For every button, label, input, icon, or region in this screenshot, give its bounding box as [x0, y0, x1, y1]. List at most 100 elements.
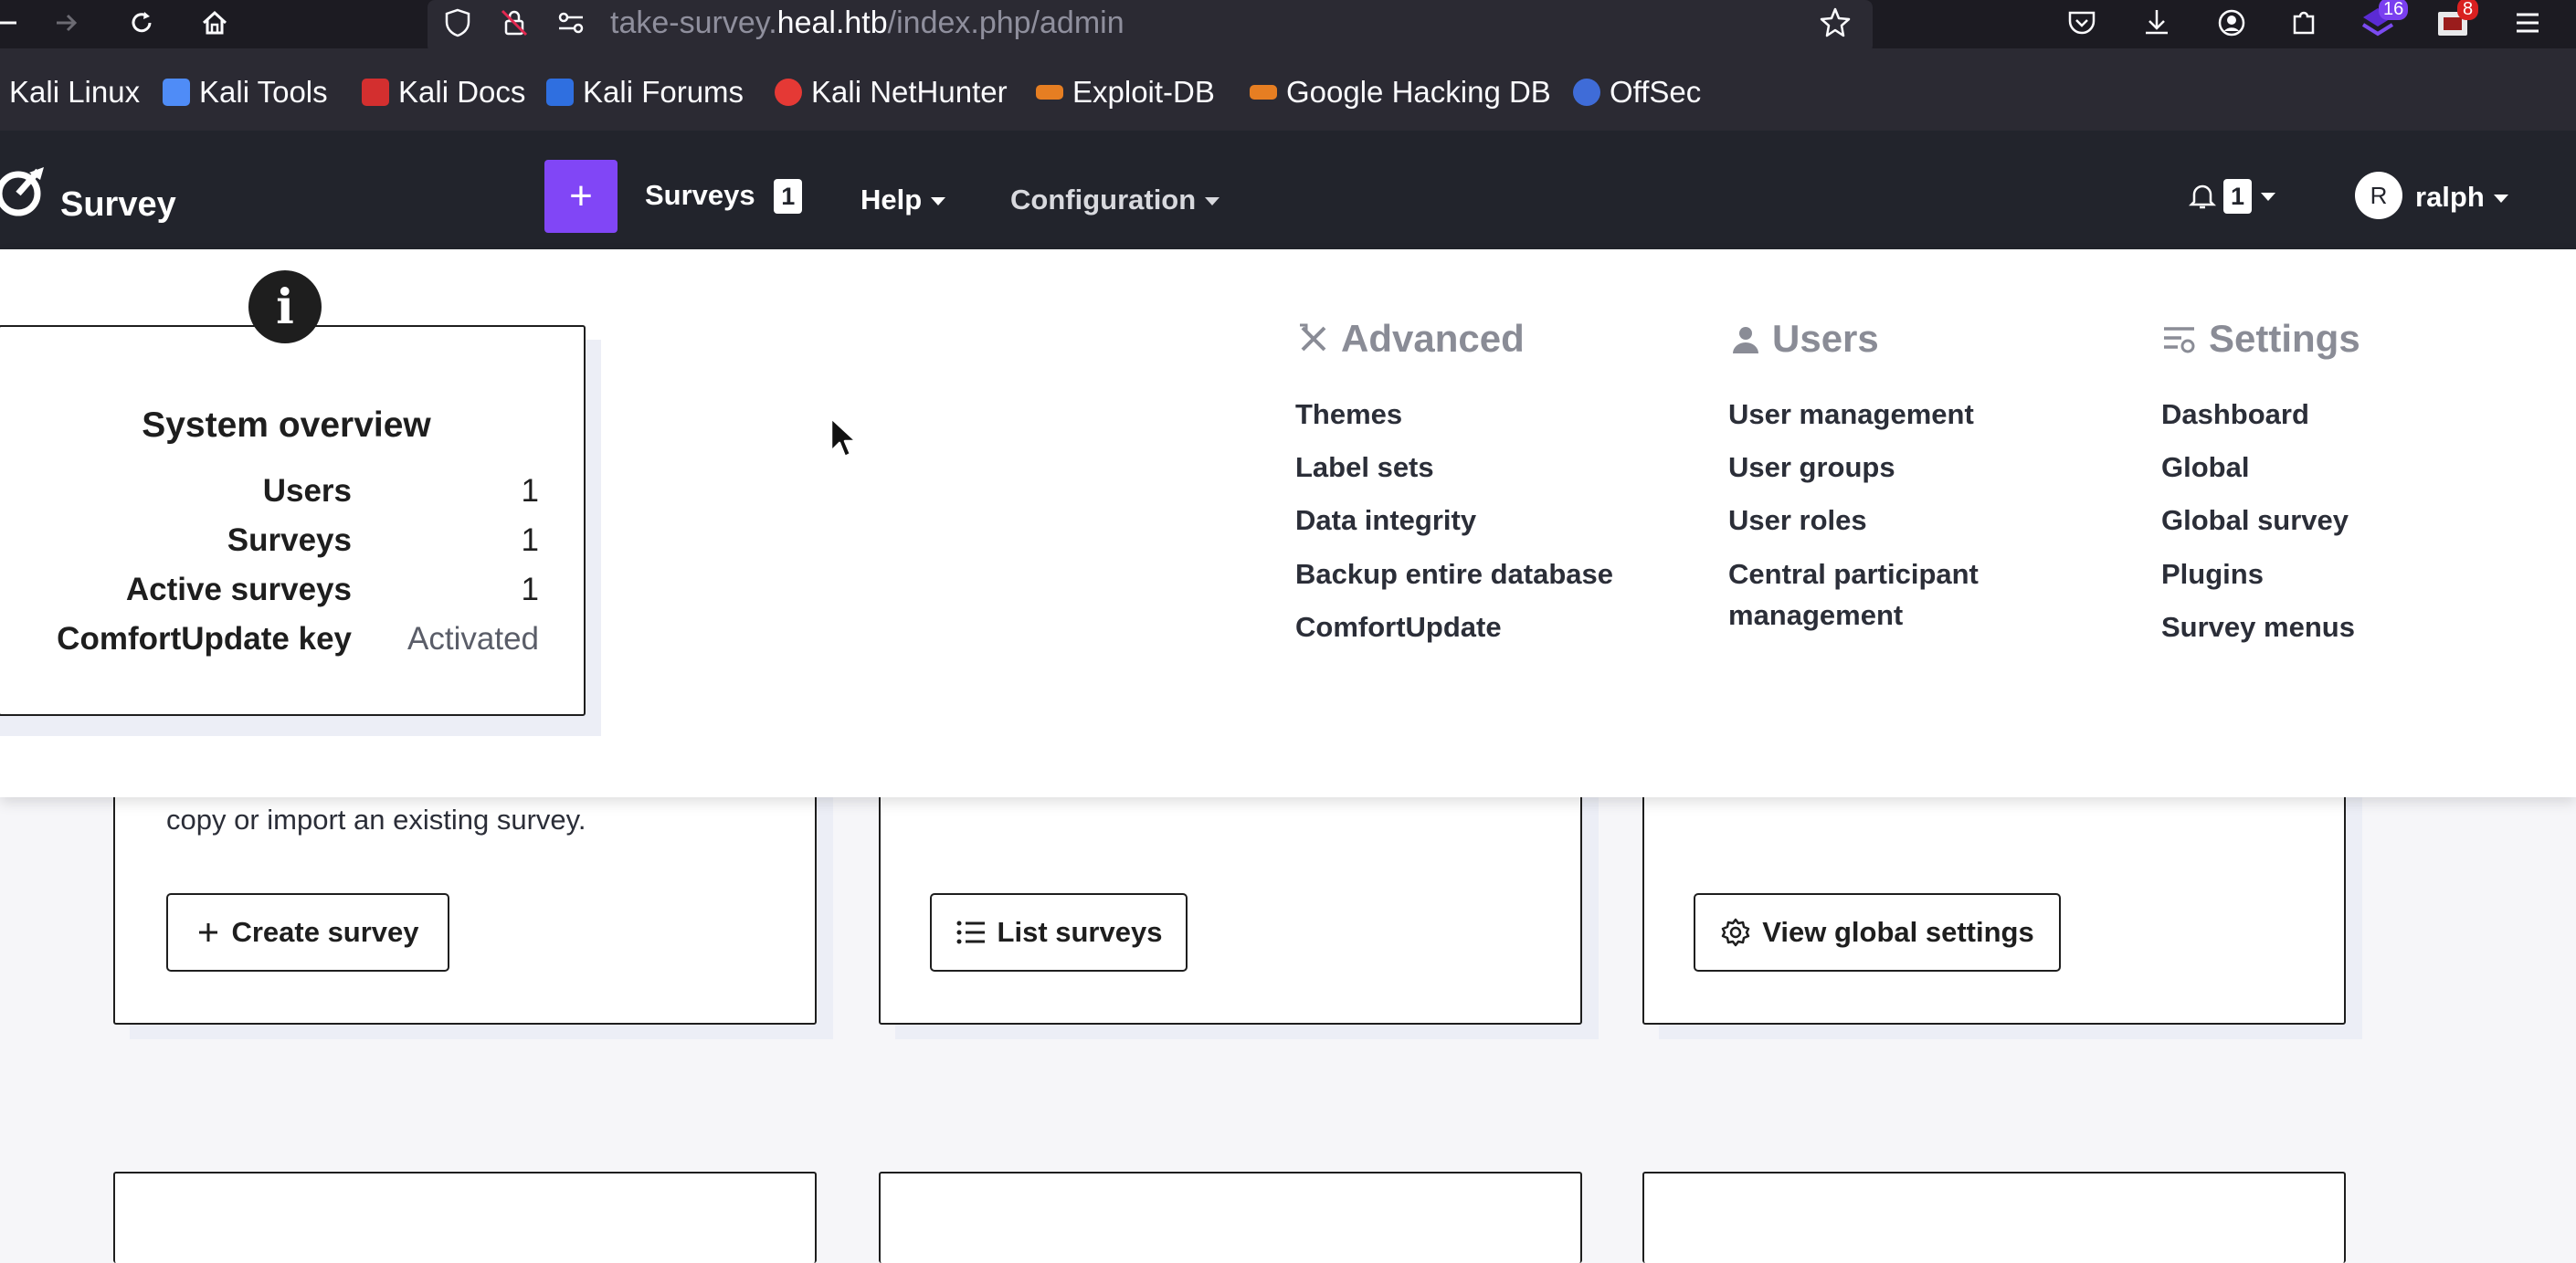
bookmark-label: Google Hacking DB: [1286, 75, 1551, 109]
configuration-menu[interactable]: Configuration: [1010, 184, 1220, 216]
reload-icon[interactable]: [122, 4, 161, 42]
create-survey-plus-button[interactable]: +: [544, 160, 618, 233]
user-icon: [1733, 327, 1758, 353]
advanced-title: Advanced: [1341, 317, 1525, 360]
overview-value-surveys: 1: [521, 522, 539, 558]
downloads-icon[interactable]: [2138, 4, 2176, 42]
help-label: Help: [860, 184, 923, 216]
menu-link-themes[interactable]: Themes: [1295, 394, 1402, 435]
tracking-off-icon[interactable]: [495, 4, 533, 42]
menu-link-label-sets[interactable]: Label sets: [1295, 447, 1434, 488]
back-icon[interactable]: [0, 4, 26, 42]
account-icon[interactable]: [2212, 4, 2251, 42]
exploit-db-favicon-icon: [1036, 85, 1063, 100]
bookmark-label: Kali Linux: [9, 75, 141, 109]
survey-logo-icon[interactable]: [0, 163, 51, 220]
users-heading: Users: [1730, 317, 1879, 361]
menu-link-comfortupdate[interactable]: ComfortUpdate: [1295, 606, 1502, 647]
settings-heading: Settings: [2161, 317, 2360, 361]
overview-value-users: 1: [521, 473, 539, 509]
create-survey-button[interactable]: Create survey: [166, 893, 449, 972]
bookmark-label: Kali Tools: [199, 75, 328, 109]
bookmark-kali-forums[interactable]: Kali Forums: [546, 74, 744, 111]
global-settings-card: View global settings: [1642, 776, 2346, 1025]
bookmark-exploit-db[interactable]: Exploit-DB: [1036, 74, 1215, 111]
ghdb-favicon-icon: [1250, 85, 1277, 100]
bookmarks-bar: Kali Linux Kali Tools Kali Docs Kali For…: [0, 48, 2576, 132]
lower-card-3: [1642, 1172, 2346, 1263]
bookmark-offsec[interactable]: OffSec: [1573, 74, 1701, 111]
overview-value-comfortupdate: Activated: [407, 621, 539, 657]
browser-toolbar: take-survey.heal.htb/index.php/admin 16 …: [0, 0, 2576, 53]
menu-link-user-roles[interactable]: User roles: [1728, 500, 1867, 541]
tools-icon: [1300, 323, 1326, 352]
bookmark-label: Kali Docs: [398, 75, 526, 109]
menu-link-global[interactable]: Global: [2161, 447, 2249, 488]
menu-link-data-integrity[interactable]: Data integrity: [1295, 500, 1476, 541]
bookmark-label: Kali Forums: [583, 75, 744, 109]
notifications-menu[interactable]: 1: [2189, 179, 2276, 214]
pocket-icon[interactable]: [2063, 4, 2101, 42]
menu-link-central-participant-management[interactable]: management: [1728, 595, 1903, 636]
settings-title: Settings: [2209, 317, 2360, 360]
user-menu[interactable]: ralph: [2415, 181, 2508, 214]
bookmark-kali-linux[interactable]: Kali Linux: [9, 74, 140, 111]
caret-down-icon: [1205, 197, 1220, 206]
extensions-icon[interactable]: [2286, 4, 2324, 42]
menu-link-plugins[interactable]: Plugins: [2161, 553, 2264, 595]
bookmark-google-hacking-db[interactable]: Google Hacking DB: [1250, 74, 1551, 111]
user-avatar[interactable]: R: [2355, 172, 2402, 219]
overview-label-active-surveys: Active surveys: [125, 572, 352, 607]
view-global-settings-label: View global settings: [1762, 916, 2034, 948]
bookmark-kali-nethunter[interactable]: Kali NetHunter: [775, 74, 1008, 111]
brand-name[interactable]: Survey: [60, 185, 176, 225]
menu-link-dashboard[interactable]: Dashboard: [2161, 394, 2309, 435]
create-survey-card: copy or import an existing survey. Creat…: [113, 776, 817, 1025]
overview-label-users: Users: [262, 473, 352, 509]
kali-docs-favicon-icon: [362, 79, 389, 106]
view-global-settings-button[interactable]: View global settings: [1694, 893, 2061, 972]
home-icon[interactable]: [195, 4, 234, 42]
permissions-icon[interactable]: [552, 4, 590, 42]
info-icon: i: [248, 270, 322, 343]
bookmark-kali-tools[interactable]: Kali Tools: [163, 74, 328, 111]
kali-tools-favicon-icon: [163, 79, 190, 106]
bookmark-label: Kali NetHunter: [811, 75, 1008, 109]
menu-link-survey-menus[interactable]: Survey menus: [2161, 606, 2355, 647]
url-bar[interactable]: take-survey.heal.htb/index.php/admin: [428, 0, 1873, 53]
user-name: ralph: [2415, 181, 2485, 213]
advanced-heading: Advanced: [1297, 317, 1525, 361]
configuration-label: Configuration: [1010, 184, 1197, 216]
surveys-menu[interactable]: Surveys 1: [645, 179, 803, 214]
bookmark-star-icon[interactable]: [1816, 4, 1854, 42]
create-survey-button-label: Create survey: [231, 916, 419, 948]
settings-sliders-icon: [2164, 327, 2195, 353]
list-surveys-card: List surveys: [879, 776, 1582, 1025]
system-overview-title: System overview: [142, 405, 431, 445]
menu-link-central-participant[interactable]: Central participant: [1728, 553, 1979, 595]
bookmark-label: Exploit-DB: [1072, 75, 1215, 109]
caret-down-icon: [2261, 192, 2276, 201]
notify-badge: 8: [2457, 0, 2479, 20]
list-surveys-button[interactable]: List surveys: [930, 893, 1188, 972]
surveys-label: Surveys: [645, 179, 755, 211]
bookmark-kali-docs[interactable]: Kali Docs: [362, 74, 525, 111]
kali-forums-favicon-icon: [546, 79, 574, 106]
forward-icon[interactable]: [48, 4, 86, 42]
overview-label-surveys: Surveys: [227, 522, 352, 558]
list-surveys-button-label: List surveys: [997, 916, 1163, 948]
menu-link-backup-database[interactable]: Backup entire database: [1295, 553, 1613, 595]
menu-link-global-survey[interactable]: Global survey: [2161, 500, 2349, 541]
url-text[interactable]: take-survey.heal.htb/index.php/admin: [610, 5, 1124, 41]
caret-down-icon: [2493, 195, 2508, 204]
users-title: Users: [1772, 317, 1879, 360]
shield-icon[interactable]: [438, 4, 477, 42]
surveys-count-badge: 1: [774, 179, 803, 214]
menu-link-user-management[interactable]: User management: [1728, 394, 1974, 435]
offsec-favicon-icon: [1573, 79, 1600, 106]
menu-hamburger-icon[interactable]: [2508, 4, 2547, 42]
menu-link-user-groups[interactable]: User groups: [1728, 447, 1895, 488]
screenshot-extension-icon[interactable]: 8: [2433, 0, 2479, 42]
extension-addon-icon[interactable]: 16: [2359, 0, 2409, 42]
help-menu[interactable]: Help: [860, 184, 946, 216]
